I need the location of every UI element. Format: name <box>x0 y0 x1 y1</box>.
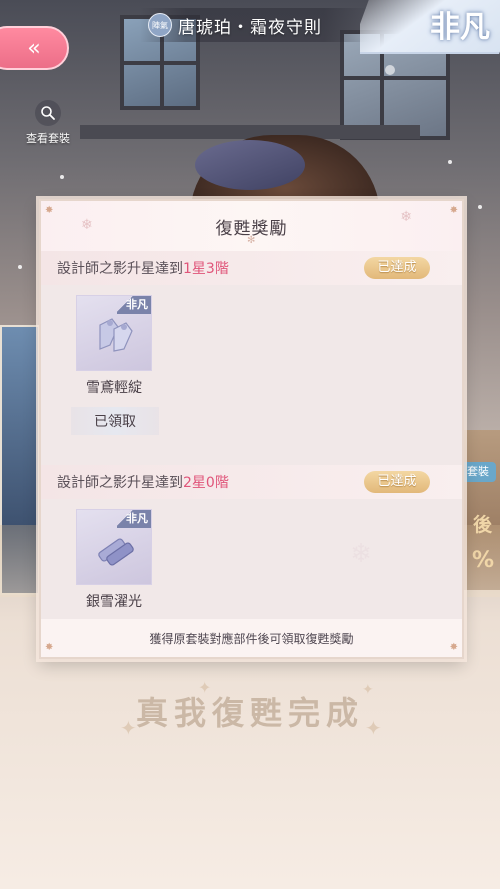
view-outfit-label: 查看套裝 <box>26 132 70 145</box>
reward-requirement: 設計師之影升星達到2星0階 已達成 <box>41 465 462 499</box>
revival-complete-text: 真我復甦完成 <box>135 694 364 732</box>
back-button[interactable]: « <box>0 26 69 70</box>
snowflake-particle <box>60 175 64 179</box>
snowflake-particle <box>385 65 395 75</box>
revival-reward-dialog: ✸ ✸ ❄ ❄ 復甦獎勵 ✻ 設計師之影升星達到1星3階 已達成 非凡 雪鳶輕綻 <box>39 199 464 659</box>
sparkle-icon: ✦ <box>198 678 212 697</box>
reward-item[interactable]: 非凡 雪鳶輕綻 <box>76 295 152 397</box>
character-beret <box>195 140 305 190</box>
achieved-badge: 已達成 <box>364 257 430 279</box>
sparkle-icon: ✦ <box>120 716 137 740</box>
reward-content: 非凡 雪鳶輕綻 已領取 <box>41 285 462 465</box>
corner-ornament-icon: ✸ <box>45 642 54 653</box>
claimed-label: 已領取 <box>71 407 159 435</box>
snowflake-particle <box>448 160 452 164</box>
requirement-prefix: 設計師之影升星達到 <box>57 261 183 277</box>
rarity-banner: 非凡 <box>360 0 500 62</box>
background-glyph: 後 <box>472 514 492 536</box>
view-outfit-button[interactable]: 查看套裝 <box>18 100 78 146</box>
snowflake-ornament-icon: ❄ <box>81 217 93 233</box>
requirement-text: 設計師之影升星達到2星0階 <box>57 472 229 492</box>
gloves-icon <box>99 318 133 352</box>
rarity-label: 非凡 <box>430 10 490 45</box>
outfit-title: 唐琥珀・霜夜守則 <box>178 17 322 38</box>
achieved-badge: 已達成 <box>364 471 430 493</box>
reward-item-frame[interactable]: 非凡 <box>76 295 152 371</box>
snowflake-particle <box>478 205 482 209</box>
double-chevron-left-icon: « <box>27 35 41 61</box>
requirement-target: 2星0階 <box>183 475 229 491</box>
corner-ornament-icon: ✸ <box>449 642 458 653</box>
search-icon <box>35 100 61 126</box>
reward-content: ❄ 非凡 銀雪濯光 <box>41 499 462 619</box>
background-tag: 套裝 <box>460 462 496 482</box>
requirement-target: 1星3階 <box>183 261 229 277</box>
requirement-text: 設計師之影升星達到1星3階 <box>57 258 229 278</box>
silver-bars-icon <box>98 538 134 566</box>
snowflake-ornament-icon: ❄ <box>350 539 372 569</box>
flower-ornament-icon: ✻ <box>247 235 256 246</box>
requirement-prefix: 設計師之影升星達到 <box>57 475 183 491</box>
reward-item-name: 雪鳶輕綻 <box>86 380 142 396</box>
reward-item-frame[interactable]: 非凡 <box>76 509 152 585</box>
sparkle-icon: ✦ <box>362 682 374 698</box>
dialog-header: ✸ ✸ ❄ ❄ 復甦獎勵 ✻ <box>41 201 462 251</box>
reward-item-name: 銀雪濯光 <box>86 594 142 610</box>
reward-requirement: 設計師之影升星達到1星3階 已達成 <box>41 251 462 285</box>
corner-ornament-icon: ✸ <box>45 205 54 216</box>
reward-item[interactable]: 非凡 銀雪濯光 <box>76 509 152 611</box>
dialog-footer-note: 獲得原套裝對應部件後可領取復甦獎勵 <box>41 619 462 657</box>
snowflake-particle <box>18 265 22 269</box>
snowflake-ornament-icon: ❄ <box>400 209 412 225</box>
sparkle-icon: ✦ <box>365 716 382 740</box>
outfit-badge: 陣氣 <box>148 13 172 37</box>
corner-ornament-icon: ✸ <box>449 205 458 216</box>
outfit-title-bar: 陣氣 唐琥珀・霜夜守則 <box>140 8 370 42</box>
background-glyph: % <box>471 548 494 573</box>
